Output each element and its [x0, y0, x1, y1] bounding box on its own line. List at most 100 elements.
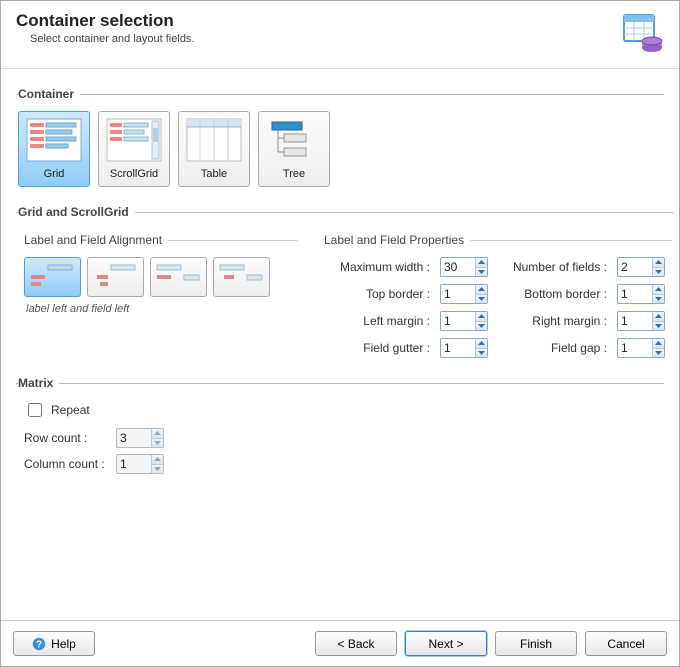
- spinner-up-icon[interactable]: [653, 285, 664, 295]
- column-count-spinner: [116, 454, 164, 474]
- align-option-2[interactable]: [150, 257, 207, 297]
- field-gap-input[interactable]: [618, 339, 652, 357]
- header-text: Container selection Select container and…: [16, 11, 195, 45]
- wizard-body: Container: [1, 69, 679, 620]
- spinner-down-icon[interactable]: [476, 295, 487, 304]
- spinner-up-icon: [152, 429, 163, 439]
- spinner-down-icon: [152, 439, 163, 448]
- grid-scrollgrid-fieldset: Grid and ScrollGrid Label and Field Alig…: [16, 205, 674, 362]
- spinner-up-icon[interactable]: [476, 339, 487, 349]
- align-option-3[interactable]: [213, 257, 270, 297]
- matrix-fieldset: Matrix Repeat Row count : Column count :: [16, 376, 664, 478]
- row-count-input: [117, 429, 151, 447]
- alignment-legend: Label and Field Alignment: [18, 233, 168, 247]
- spinner-down-icon[interactable]: [653, 349, 664, 358]
- grid-scrollgrid-legend: Grid and ScrollGrid: [18, 205, 135, 219]
- max-width-input[interactable]: [441, 258, 475, 276]
- align-option-1[interactable]: [87, 257, 144, 297]
- next-button[interactable]: Next >: [405, 631, 487, 656]
- matrix-legend: Matrix: [18, 376, 59, 390]
- container-option-grid-label: Grid: [44, 168, 65, 180]
- properties-legend: Label and Field Properties: [318, 233, 470, 247]
- bottom-border-label: Bottom border :: [501, 287, 611, 301]
- page-subtitle: Select container and layout fields.: [30, 33, 195, 45]
- spinner-up-icon[interactable]: [476, 312, 487, 322]
- num-fields-label: Number of fields :: [501, 260, 611, 274]
- spinner-up-icon[interactable]: [476, 285, 487, 295]
- scrollgrid-icon: [102, 116, 166, 163]
- container-options-row: Grid: [18, 111, 662, 187]
- field-gap-spinner[interactable]: [617, 338, 665, 358]
- container-option-table[interactable]: Table: [178, 111, 250, 187]
- spinner-down-icon[interactable]: [653, 295, 664, 304]
- container-option-tree-label: Tree: [283, 168, 305, 180]
- wizard-footer: ? Help < Back Next > Finish Cancel: [1, 621, 679, 666]
- help-button-label: Help: [51, 637, 76, 651]
- right-margin-input[interactable]: [618, 312, 652, 330]
- spinner-down-icon[interactable]: [476, 349, 487, 358]
- finish-button-label: Finish: [520, 637, 552, 651]
- spinner-down-icon[interactable]: [476, 268, 487, 277]
- container-option-table-label: Table: [201, 168, 227, 180]
- container-option-scrollgrid-label: ScrollGrid: [110, 168, 158, 180]
- svg-text:?: ?: [36, 639, 42, 650]
- container-wizard-icon: [622, 11, 664, 53]
- right-margin-label: Right margin :: [501, 314, 611, 328]
- field-gutter-label: Field gutter :: [324, 341, 434, 355]
- left-margin-spinner[interactable]: [440, 311, 488, 331]
- num-fields-spinner[interactable]: [617, 257, 665, 277]
- left-margin-label: Left margin :: [324, 314, 434, 328]
- row-count-spinner: [116, 428, 164, 448]
- bottom-border-spinner[interactable]: [617, 284, 665, 304]
- column-count-label: Column count :: [24, 457, 116, 471]
- properties-column: Label and Field Properties Maximum width…: [318, 233, 672, 358]
- container-legend: Container: [18, 87, 80, 101]
- container-option-scrollgrid[interactable]: ScrollGrid: [98, 111, 170, 187]
- grid-icon: [22, 116, 86, 163]
- field-gap-label: Field gap :: [501, 341, 611, 355]
- container-option-tree[interactable]: Tree: [258, 111, 330, 187]
- spinner-up-icon[interactable]: [476, 258, 487, 268]
- spinner-down-icon: [152, 465, 163, 474]
- field-gutter-spinner[interactable]: [440, 338, 488, 358]
- top-border-label: Top border :: [324, 287, 434, 301]
- column-count-input: [117, 455, 151, 473]
- finish-button[interactable]: Finish: [495, 631, 577, 656]
- row-count-label: Row count :: [24, 431, 116, 445]
- grid-sub-row: Label and Field Alignment: [18, 233, 672, 358]
- table-icon: [182, 116, 246, 163]
- properties-grid: Maximum width : Number of fields : Top b…: [318, 257, 672, 358]
- max-width-label: Maximum width :: [324, 260, 434, 274]
- cancel-button-label: Cancel: [607, 637, 644, 651]
- spinner-down-icon[interactable]: [653, 268, 664, 277]
- top-border-spinner[interactable]: [440, 284, 488, 304]
- matrix-grid: Row count : Column count :: [24, 428, 662, 474]
- spinner-up-icon[interactable]: [653, 312, 664, 322]
- help-icon: ?: [32, 637, 46, 651]
- spinner-up-icon[interactable]: [653, 339, 664, 349]
- top-border-input[interactable]: [441, 285, 475, 303]
- right-margin-spinner[interactable]: [617, 311, 665, 331]
- left-margin-input[interactable]: [441, 312, 475, 330]
- container-fieldset: Container: [16, 87, 664, 191]
- back-button[interactable]: < Back: [315, 631, 397, 656]
- max-width-spinner[interactable]: [440, 257, 488, 277]
- field-gutter-input[interactable]: [441, 339, 475, 357]
- repeat-row: Repeat: [24, 400, 662, 420]
- bottom-border-input[interactable]: [618, 285, 652, 303]
- cancel-button[interactable]: Cancel: [585, 631, 667, 656]
- page-title: Container selection: [16, 11, 195, 31]
- matrix-body: Repeat Row count : Column count :: [18, 400, 662, 474]
- spinner-up-icon: [152, 455, 163, 465]
- num-fields-input[interactable]: [618, 258, 652, 276]
- repeat-checkbox[interactable]: [28, 403, 42, 417]
- align-option-0[interactable]: [24, 257, 81, 297]
- next-button-label: Next >: [428, 637, 463, 651]
- tree-icon: [262, 116, 326, 163]
- footer-right: < Back Next > Finish Cancel: [315, 631, 667, 656]
- spinner-down-icon[interactable]: [653, 322, 664, 331]
- spinner-down-icon[interactable]: [476, 322, 487, 331]
- help-button[interactable]: ? Help: [13, 631, 95, 656]
- spinner-up-icon[interactable]: [653, 258, 664, 268]
- container-option-grid[interactable]: Grid: [18, 111, 90, 187]
